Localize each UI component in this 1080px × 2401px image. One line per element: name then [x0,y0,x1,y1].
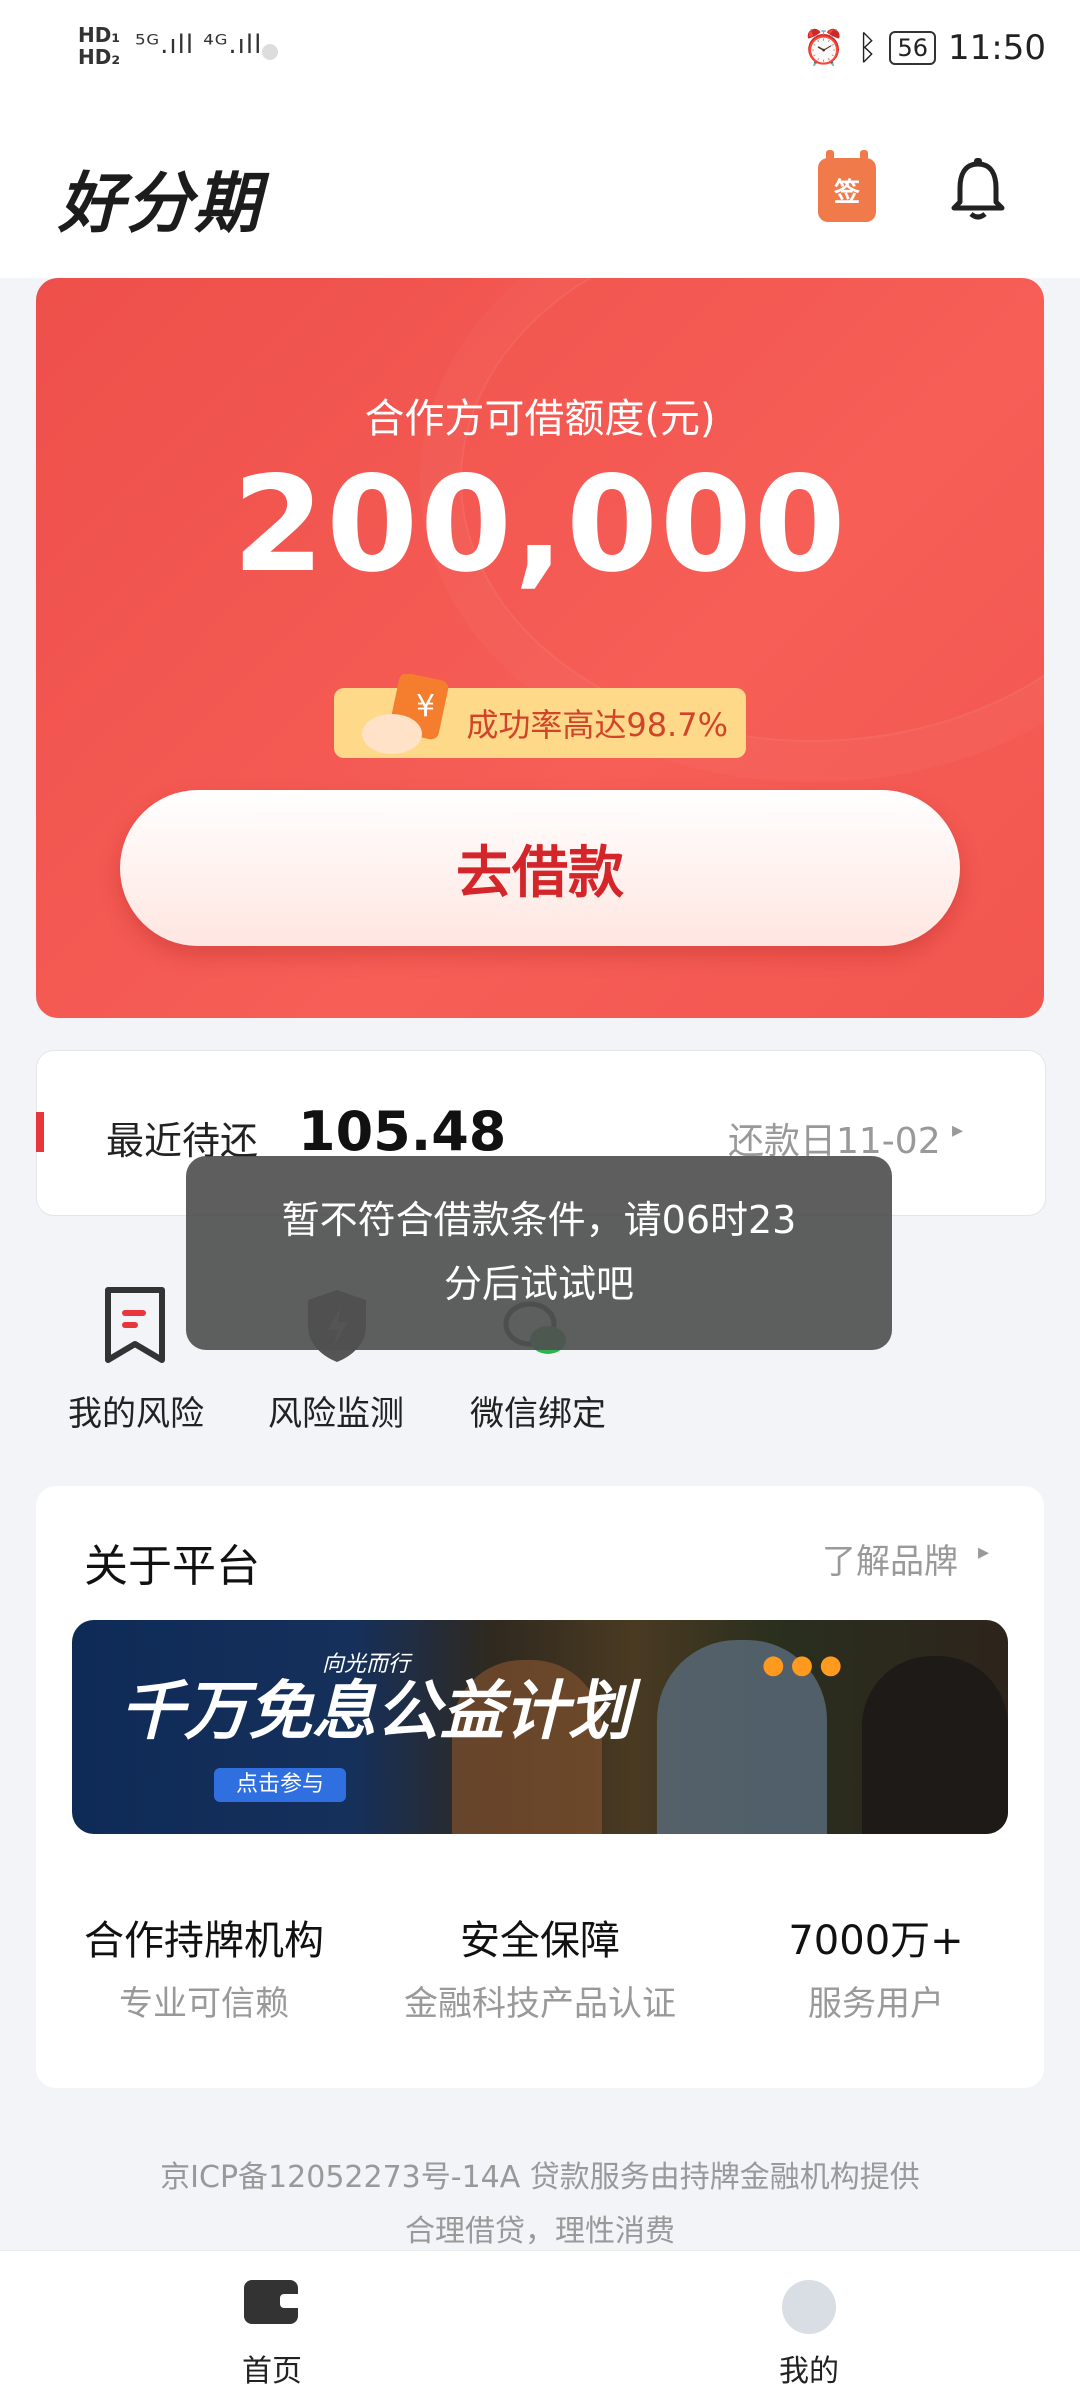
feature-title: 合作持牌机构 [84,1918,324,1964]
check-in-label: 签 [833,177,860,208]
repay-amount: 105.48 [298,1100,507,1163]
orange-fruit-icon: ●●● [762,1650,849,1680]
signal-icon: ⁵ᴳ.ıll ⁴ᴳ.ıll [135,30,263,60]
profile-icon[interactable] [782,2280,836,2334]
learn-brand-link[interactable]: 了解品牌 [822,1534,958,1583]
borrow-notice: 合理借贷，理性消费 [405,2214,675,2249]
quota-amount: 200,000 [232,448,848,602]
feature-subtitle: 金融科技产品认证 [404,1984,676,2024]
success-rate-text: 成功率高达98.7% [466,706,728,744]
feature-title: 安全保障 [460,1918,620,1964]
quota-label: 合作方可借额度(元) [364,396,716,442]
toast-message: 暂不符合借款条件，请06时23 分后试试吧 [186,1156,892,1350]
quick-action-wechat-bind[interactable]: 微信绑定 [438,1386,638,1435]
alarm-icon: ⏰ [802,28,846,68]
svg-text:¥: ¥ [416,689,435,724]
check-in-calendar-icon[interactable]: 签 [818,150,876,222]
bluetooth-icon: ᛒ [857,28,878,68]
app-logo: 好分期 [58,165,262,242]
battery-icon: 56 [889,31,937,65]
notification-dot-icon [262,44,278,60]
quick-action-my-risk[interactable]: 我的风险 [36,1386,236,1435]
bookmark-icon[interactable] [100,1286,170,1366]
charity-banner[interactable]: ●●● 千万免息公益计划 向光而行 点击参与 [72,1620,1008,1834]
feature-title: 7000万+ [788,1918,964,1964]
bell-icon[interactable] [950,158,1006,222]
nav-home[interactable]: 首页 [222,2346,322,2390]
feature-subtitle: 服务用户 [808,1984,944,2024]
toast-line-1: 暂不符合借款条件，请06时23 [281,1198,797,1242]
nav-me[interactable]: 我的 [759,2346,859,2390]
repay-accent-bar [36,1112,44,1152]
status-right: ⏰ ᛒ 56 11:50 [803,28,1046,68]
banner-subtitle: 向光而行 [322,1652,411,1677]
chevron-right-icon[interactable]: ▸ [978,1540,989,1565]
sim-indicator: HD₁ HD₂ [78,23,121,69]
hand-coin-icon: ¥ [362,674,449,754]
quick-action-risk-monitor[interactable]: 风险监测 [236,1386,436,1435]
bottom-nav [0,2250,1080,2401]
icp-license: 京ICP备12052273号-14A 贷款服务由持牌金融机构提供 [160,2160,920,2195]
banner-join-button[interactable]: 点击参与 [214,1768,346,1802]
borrow-button[interactable]: 去借款 [120,790,960,946]
wallet-icon[interactable] [244,2280,302,2324]
toast-line-2: 分后试试吧 [443,1262,634,1306]
clock: 11:50 [948,28,1046,68]
quota-card: 合作方可借额度(元) 200,000 成功率高达98.7% ¥ 去借款 [36,278,1044,1018]
about-title: 关于平台 [84,1541,260,1592]
banner-photo-craftsman [862,1656,1008,1834]
chevron-right-icon[interactable]: ▸ [952,1118,963,1143]
feature-subtitle: 专业可信赖 [119,1984,289,2024]
